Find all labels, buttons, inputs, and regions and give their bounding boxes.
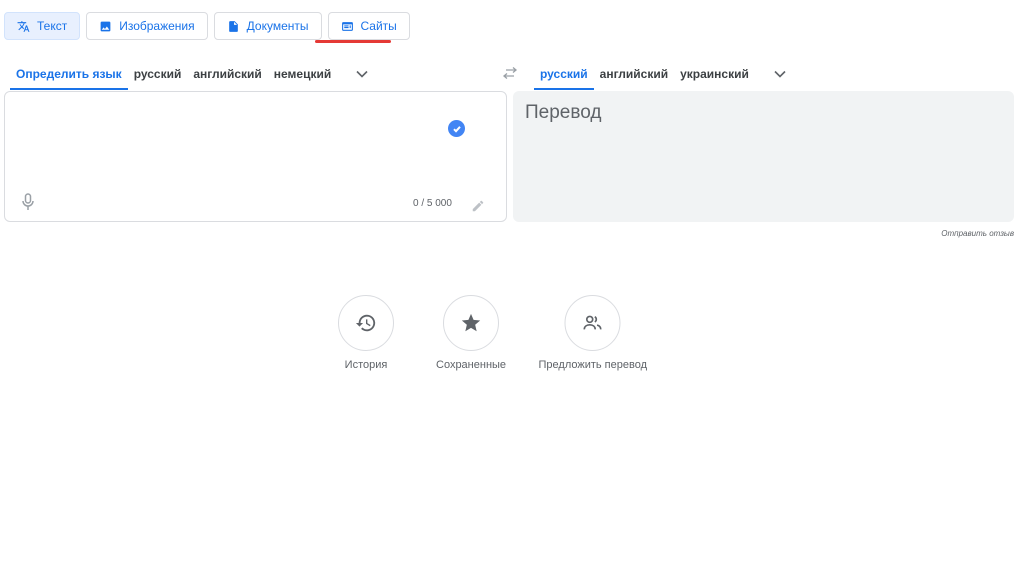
history-circle xyxy=(338,295,394,351)
send-feedback-link[interactable]: Отправить отзыв xyxy=(941,229,1014,238)
source-language-bar: Определить язык русский английский немец… xyxy=(10,58,377,90)
star-icon xyxy=(461,313,481,332)
mode-images-button[interactable]: Изображения xyxy=(86,12,208,40)
chevron-down-icon xyxy=(356,70,368,78)
mode-websites-label: Сайты xyxy=(360,19,397,33)
mode-images-label: Изображения xyxy=(119,19,195,33)
tab-source-english-label: английский xyxy=(193,67,262,81)
pencil-icon xyxy=(472,200,484,212)
tab-source-russian-label: русский xyxy=(133,67,182,81)
mode-text-label: Текст xyxy=(37,19,68,33)
people-icon xyxy=(583,315,602,330)
suggest-circle xyxy=(564,295,621,351)
swap-arrows-icon xyxy=(502,67,518,79)
translate-icon xyxy=(17,20,30,33)
check-badge-icon xyxy=(448,120,465,137)
tab-target-ukrainian[interactable]: украинский xyxy=(674,58,755,90)
saved-circle xyxy=(443,295,500,351)
tab-target-russian-label: русский xyxy=(540,67,588,81)
website-icon xyxy=(341,20,354,33)
document-icon xyxy=(227,20,240,33)
mode-documents-label: Документы xyxy=(246,19,309,33)
tab-detect-language-label: Определить язык xyxy=(16,67,122,81)
suggest-translation-button[interactable]: Предложить перевод xyxy=(538,295,648,371)
target-language-bar: русский английский украинский xyxy=(534,58,795,90)
tab-target-ukrainian-label: украинский xyxy=(680,67,749,81)
tab-target-english[interactable]: английский xyxy=(594,58,674,90)
history-button[interactable]: История xyxy=(338,295,394,371)
microphone-button[interactable] xyxy=(21,193,35,211)
tab-source-russian[interactable]: русский xyxy=(128,58,188,90)
translation-placeholder: Перевод xyxy=(525,102,602,123)
handwriting-button[interactable] xyxy=(471,199,485,213)
mode-documents-button[interactable]: Документы xyxy=(213,12,322,40)
tab-source-english[interactable]: английский xyxy=(187,58,267,90)
target-language-dropdown-button[interactable] xyxy=(765,58,795,90)
chevron-down-icon xyxy=(774,70,786,78)
mode-websites-button[interactable]: Сайты xyxy=(327,12,410,40)
history-icon xyxy=(355,314,376,332)
tab-target-english-label: английский xyxy=(599,67,669,81)
translation-output: Перевод xyxy=(513,91,1014,222)
tab-source-german-label: немецкий xyxy=(273,67,332,81)
image-icon xyxy=(99,20,112,33)
history-label: История xyxy=(344,359,388,371)
tab-source-german[interactable]: немецкий xyxy=(268,58,337,90)
mode-text-button[interactable]: Текст xyxy=(4,12,81,40)
highlight-underline xyxy=(315,40,391,43)
source-language-dropdown-button[interactable] xyxy=(347,58,377,90)
swap-languages-button[interactable] xyxy=(500,64,520,82)
saved-button[interactable]: Сохраненные xyxy=(436,295,506,371)
mode-buttons: Текст Изображения Документы Сайты xyxy=(4,12,410,40)
source-text-input[interactable]: 0 / 5 000 xyxy=(4,91,507,222)
saved-label: Сохраненные xyxy=(436,359,507,371)
character-counter: 0 / 5 000 xyxy=(413,198,452,209)
suggest-translation-label: Предложить перевод xyxy=(538,359,648,371)
microphone-icon xyxy=(22,193,34,210)
tab-target-russian[interactable]: русский xyxy=(534,58,594,90)
tab-detect-language[interactable]: Определить язык xyxy=(10,58,128,90)
